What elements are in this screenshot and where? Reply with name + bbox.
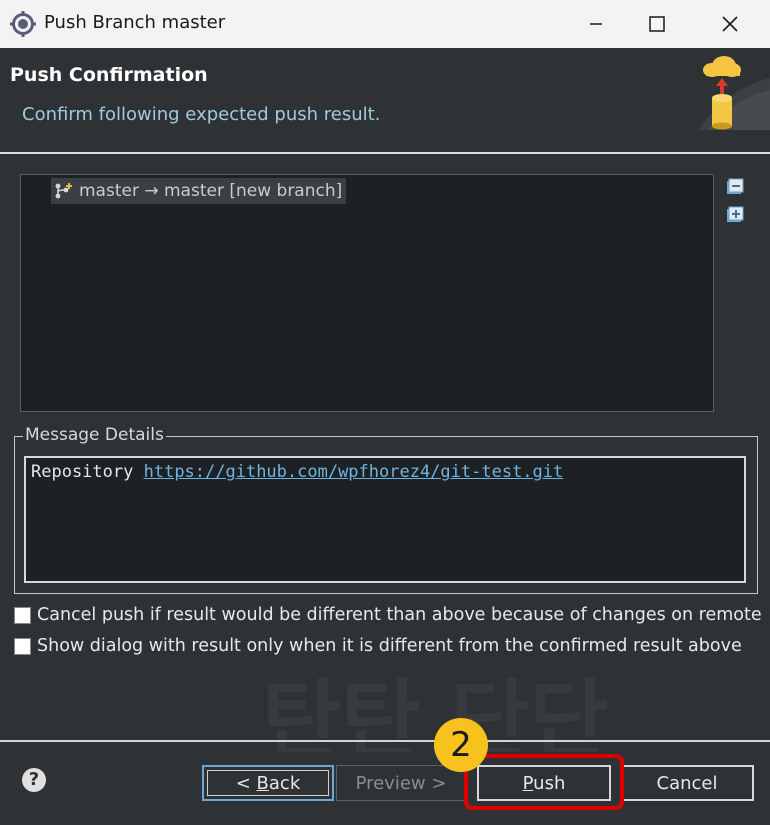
minimize-icon[interactable] bbox=[567, 0, 625, 48]
push-branch-dialog: Push Branch master Push Confirmation Con… bbox=[0, 0, 770, 825]
wizard-header: Push Confirmation Confirm following expe… bbox=[0, 48, 770, 152]
push-button-highlight bbox=[464, 754, 624, 810]
cancel-button[interactable]: Cancel bbox=[620, 765, 754, 801]
repository-line: Repository https://github.com/wpfhorez4/… bbox=[31, 462, 563, 482]
preview-button-label: Preview > bbox=[355, 772, 447, 794]
page-title: Push Confirmation bbox=[10, 64, 208, 86]
back-button-label: < Back bbox=[235, 772, 301, 794]
cancel-button-label: Cancel bbox=[656, 772, 718, 794]
checkbox-label: Cancel push if result would be different… bbox=[37, 605, 762, 625]
preview-button[interactable]: Preview > bbox=[336, 765, 466, 801]
new-branch-icon bbox=[55, 183, 72, 199]
header-separator bbox=[0, 152, 770, 154]
show-dialog-checkbox[interactable] bbox=[14, 637, 31, 655]
checkbox-label: Show dialog with result only when it is … bbox=[37, 636, 742, 656]
footer-separator bbox=[0, 740, 770, 742]
tree-item[interactable]: master → master [new branch] bbox=[51, 178, 347, 204]
repository-url-link[interactable]: https://github.com/wpfhorez4/git-test.gi… bbox=[144, 462, 564, 482]
maximize-icon[interactable] bbox=[628, 0, 686, 48]
tree-item-label: master → master [new branch] bbox=[79, 181, 343, 201]
message-details-text[interactable]: Repository https://github.com/wpfhorez4/… bbox=[24, 456, 746, 583]
window-title: Push Branch master bbox=[44, 12, 226, 33]
close-icon[interactable] bbox=[700, 0, 758, 48]
title-bar: Push Branch master bbox=[0, 0, 770, 48]
group-label: Message Details bbox=[23, 425, 166, 445]
push-to-cloud-icon bbox=[698, 56, 770, 130]
page-description: Confirm following expected push result. bbox=[22, 104, 381, 125]
expand-all-icon[interactable] bbox=[726, 206, 744, 224]
help-icon[interactable]: ? bbox=[22, 768, 46, 792]
collapse-all-icon[interactable] bbox=[726, 178, 744, 196]
push-result-tree[interactable]: master → master [new branch] bbox=[20, 174, 714, 412]
show-dialog-option[interactable]: Show dialog with result only when it is … bbox=[14, 636, 742, 656]
message-details-group: Message Details Repository https://githu… bbox=[14, 425, 758, 594]
repository-label: Repository bbox=[31, 462, 134, 482]
step-badge: 2 bbox=[434, 718, 488, 772]
back-button[interactable]: < Back bbox=[202, 765, 334, 801]
cancel-if-changed-checkbox[interactable] bbox=[14, 606, 31, 624]
cancel-if-changed-option[interactable]: Cancel push if result would be different… bbox=[14, 605, 762, 625]
eclipse-gear-icon bbox=[10, 11, 36, 37]
